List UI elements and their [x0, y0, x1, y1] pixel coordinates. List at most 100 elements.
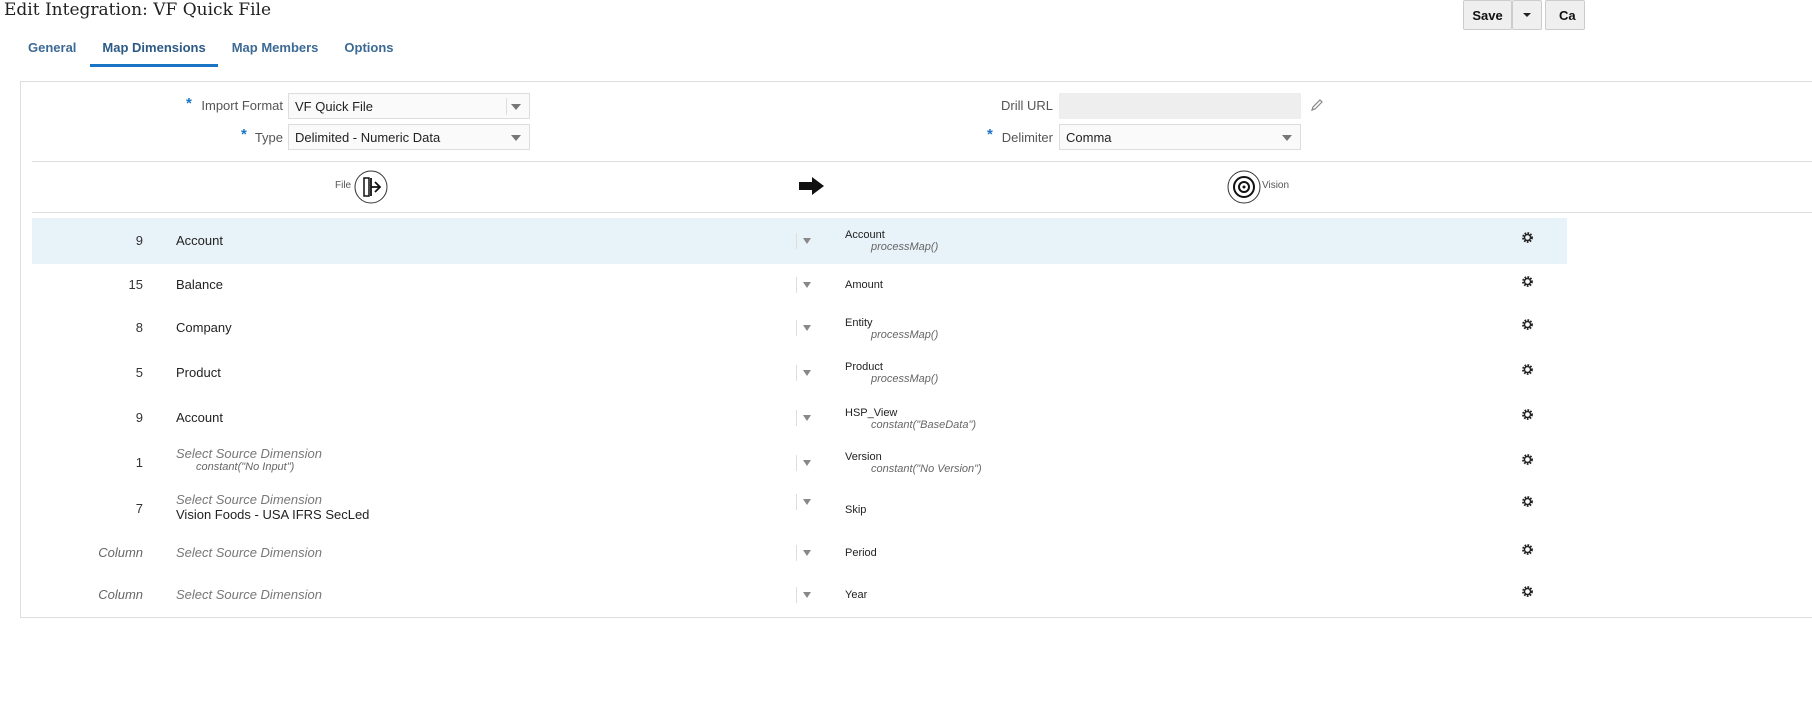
source-expression: constant("No Input") [196, 461, 295, 473]
source-dropdown-button[interactable] [796, 320, 817, 336]
save-button[interactable]: Save [1463, 0, 1512, 30]
source-placeholder: Select Source Dimension [176, 587, 322, 602]
chevron-down-icon [803, 415, 811, 421]
save-menu-button[interactable] [1512, 0, 1542, 30]
chevron-down-icon [803, 238, 811, 244]
source-value: Vision Foods - USA IFRS SecLed [176, 507, 370, 522]
target-name: Product [845, 361, 883, 373]
target-column-header: Vision [1262, 180, 1290, 191]
divider [32, 212, 1812, 213]
gear-icon[interactable] [1521, 453, 1534, 466]
chevron-down-icon [803, 370, 811, 376]
chevron-down-icon [803, 325, 811, 331]
source-value: Company [176, 320, 232, 335]
delimiter-select[interactable]: Comma [1059, 124, 1301, 150]
table-row: 7 Select Source Dimension Vision Foods - U… [32, 486, 1567, 532]
type-select[interactable]: Delimited - Numeric Data [288, 124, 530, 150]
tab-map-members[interactable]: Map Members [232, 40, 331, 64]
field-number[interactable]: 7 [136, 501, 143, 516]
source-dropdown-button[interactable] [796, 545, 817, 561]
tab-map-dimensions[interactable]: Map Dimensions [90, 40, 218, 67]
target-dimension: Year [845, 589, 867, 601]
source-dropdown-button[interactable] [796, 277, 817, 293]
target-dimension: Entity processMap() [845, 317, 938, 341]
gear-icon[interactable] [1521, 275, 1534, 288]
chevron-down-icon [511, 135, 521, 141]
target-name: Entity [845, 317, 873, 329]
chevron-down-icon [803, 460, 811, 466]
source-value: Account [176, 233, 223, 248]
source-dropdown-button[interactable] [796, 494, 817, 510]
table-row: 8 Company Entity processMap() [32, 306, 1567, 350]
target-expression: processMap() [871, 373, 939, 385]
target-expression: processMap() [871, 329, 939, 341]
chevron-down-icon [803, 592, 811, 598]
target-icon [1227, 170, 1261, 204]
field-number[interactable]: 1 [136, 455, 143, 470]
drill-url-input[interactable] [1059, 93, 1301, 119]
target-dimension: Amount [845, 279, 883, 291]
target-name: HSP_View [845, 407, 898, 419]
source-placeholder: Select Source Dimension [176, 446, 322, 461]
source-dimension-select[interactable]: Select Source Dimension Vision Foods - US… [176, 492, 369, 522]
source-dimension-select[interactable]: Select Source Dimension [176, 545, 322, 560]
tab-options[interactable]: Options [344, 40, 405, 64]
divider [32, 161, 1812, 162]
source-dropdown-button[interactable] [796, 587, 817, 603]
source-placeholder: Select Source Dimension [176, 545, 322, 560]
source-dropdown-button[interactable] [796, 365, 817, 381]
source-dimension-select[interactable]: Account [176, 233, 223, 248]
target-expression: constant("No Version") [871, 463, 982, 475]
source-dimension-select[interactable]: Company [176, 320, 232, 335]
source-dropdown-button[interactable] [796, 233, 817, 249]
target-name: Period [845, 547, 877, 559]
delimiter-value: Comma [1066, 130, 1112, 145]
cancel-button[interactable]: Ca [1545, 0, 1585, 30]
gear-icon[interactable] [1521, 543, 1534, 556]
table-row: Column Select Source Dimension Year [32, 574, 1567, 616]
field-number[interactable]: 8 [136, 320, 143, 335]
import-format-label: Import Format [201, 98, 283, 113]
gear-icon[interactable] [1521, 363, 1534, 376]
pencil-icon[interactable] [1310, 98, 1324, 112]
gear-icon[interactable] [1521, 408, 1534, 421]
import-format-select[interactable]: VF Quick File [288, 93, 530, 119]
gear-icon[interactable] [1521, 585, 1534, 598]
field-number[interactable]: 5 [136, 365, 143, 380]
chevron-down-icon [1282, 135, 1292, 141]
field-number: Column [98, 545, 143, 560]
source-placeholder: Select Source Dimension [176, 492, 322, 507]
source-dimension-select[interactable]: Select Source Dimension constant("No Inpu… [176, 446, 322, 473]
field-number[interactable]: 9 [136, 410, 143, 425]
tab-general[interactable]: General [28, 40, 88, 64]
gear-icon[interactable] [1521, 495, 1534, 508]
target-expression: constant("BaseData") [871, 419, 977, 431]
chevron-down-icon [803, 499, 811, 505]
source-dropdown-button[interactable] [796, 455, 817, 471]
target-name: Version [845, 451, 882, 463]
source-dimension-select[interactable]: Balance [176, 277, 223, 292]
target-dimension: Account processMap() [845, 229, 938, 253]
target-dimension: Version constant("No Version") [845, 451, 982, 475]
source-dimension-select[interactable]: Account [176, 410, 223, 425]
table-row: 1 Select Source Dimension constant("No Inp… [32, 440, 1567, 486]
type-label: Type [254, 130, 283, 145]
field-number[interactable]: 15 [129, 277, 143, 292]
gear-icon[interactable] [1521, 231, 1534, 244]
gear-icon[interactable] [1521, 318, 1534, 331]
field-number[interactable]: 9 [136, 233, 143, 248]
page-title: Edit Integration: VF Quick File [4, 0, 272, 20]
target-name: Amount [845, 279, 883, 291]
source-column-header: File [335, 180, 352, 191]
source-dimension-select[interactable]: Product [176, 365, 221, 380]
source-dimension-select[interactable]: Select Source Dimension [176, 587, 322, 602]
table-row: 15 Balance Amount [32, 264, 1567, 306]
target-name: Skip [845, 504, 867, 516]
chevron-down-icon [803, 282, 811, 288]
file-source-icon [354, 170, 388, 204]
table-row: 9 Account Account processMap() [32, 218, 1567, 264]
source-dropdown-button[interactable] [796, 410, 817, 426]
target-dimension: Product processMap() [845, 361, 938, 385]
import-format-value: VF Quick File [295, 99, 374, 114]
chevron-down-icon [1523, 13, 1531, 17]
